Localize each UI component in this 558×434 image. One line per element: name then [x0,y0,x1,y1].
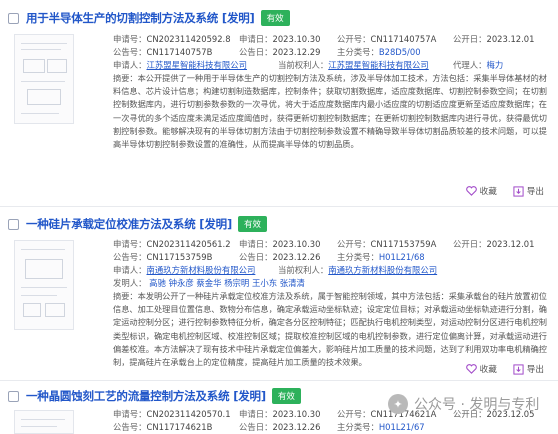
application-number: CN202311420561.2 [146,239,231,249]
current-owner-link[interactable]: 南通玖方新材料股份有限公司 [328,265,437,275]
heart-icon [465,186,477,196]
announcement-number: CN117140757B [146,47,213,57]
publication-number: CN117140757A [370,34,437,44]
patent-title-link[interactable]: 一种硅片承载定位校准方法及系统 [发明] [26,216,232,232]
divider [0,380,558,381]
status-badge: 有效 [238,216,268,232]
patent-drawing-thumbnail[interactable] [14,240,74,330]
checkbox-icon[interactable] [8,12,19,24]
checkbox-icon[interactable] [8,218,19,230]
application-number: CN202311420570.1 [146,409,231,419]
patent-title-link[interactable]: 一种晶圆蚀刻工艺的流量控制方法及系统 [发明] [26,388,266,404]
export-icon [513,185,524,197]
patent-drawing-thumbnail[interactable] [14,410,74,434]
checkbox-icon[interactable] [8,390,19,402]
current-owner-link[interactable]: 江苏盟星智能科技有限公司 [328,60,429,70]
ipc-class-link[interactable]: B28D5/00 [379,47,421,57]
inventor-link[interactable]: 高驰 [149,278,166,288]
inventor-link[interactable]: 王小东 [252,278,277,288]
export-button[interactable]: 导出 [513,185,544,197]
patent-drawing-thumbnail[interactable] [14,34,74,124]
inventor-link[interactable]: 杨宗明 [224,278,249,288]
announcement-date: 2023.12.29 [272,47,321,57]
watermark: ✦ 公众号 · 发明与专利 [388,394,539,414]
heart-icon [465,364,477,374]
announcement-date: 2023.12.26 [272,422,321,432]
record-actions: 收藏 导出 [465,185,544,197]
application-date: 2023.10.30 [272,239,321,249]
publication-date: 2023.12.01 [486,34,535,44]
patent-abstract: 摘要：本发明公开了一种硅片承载定位校准方法及系统，属于智能控制领域，其中方法包括… [113,291,547,368]
announcement-number: CN117153759B [146,252,213,262]
ipc-class-link[interactable]: H01L21/68 [379,252,425,262]
status-badge: 有效 [271,388,301,404]
application-number: CN2023114205​92.8 [146,34,231,44]
agent-link[interactable]: 梅力 [487,60,504,70]
inventor-link[interactable]: 蔡金华 [196,278,221,288]
record-title-row: 用于半导体生产的切割控制方法及系统 [发明] 有效 [8,8,290,28]
applicant-link[interactable]: 江苏盟星智能科技有限公司 [147,60,248,70]
record-title-row: 一种硅片承载定位校准方法及系统 [发明] 有效 [8,214,268,234]
application-date: 2023.10.30 [272,34,321,44]
collect-button[interactable]: 收藏 [465,363,497,375]
divider [0,206,558,207]
patent-abstract: 摘要：本公开提供了一种用于半导体生产的切割控制方法及系统，涉及半导体加工技术，方… [113,73,547,150]
announcement-date: 2023.12.26 [272,252,321,262]
export-icon [513,363,524,375]
announcement-number: CN117174621B [146,422,213,432]
inventor-link[interactable]: 张清清 [280,278,305,288]
export-button[interactable]: 导出 [513,363,544,375]
record-actions: 收藏 导出 [465,363,544,375]
collect-button[interactable]: 收藏 [465,185,497,197]
patent-title-link[interactable]: 用于半导体生产的切割控制方法及系统 [发明] [26,10,255,26]
application-date: 2023.10.30 [272,409,321,419]
record-title-row: 一种晶圆蚀刻工艺的流量控制方法及系统 [发明] 有效 [8,386,301,406]
publication-number: CN117153759A [370,239,437,249]
publication-date: 2023.12.01 [486,239,535,249]
inventor-link[interactable]: 钟永彦 [169,278,194,288]
wechat-logo-icon: ✦ [388,394,408,414]
ipc-class-link[interactable]: H01L21/67 [379,422,425,432]
applicant-link[interactable]: 南通玖方新材料股份有限公司 [147,265,256,275]
status-badge: 有效 [260,10,290,26]
